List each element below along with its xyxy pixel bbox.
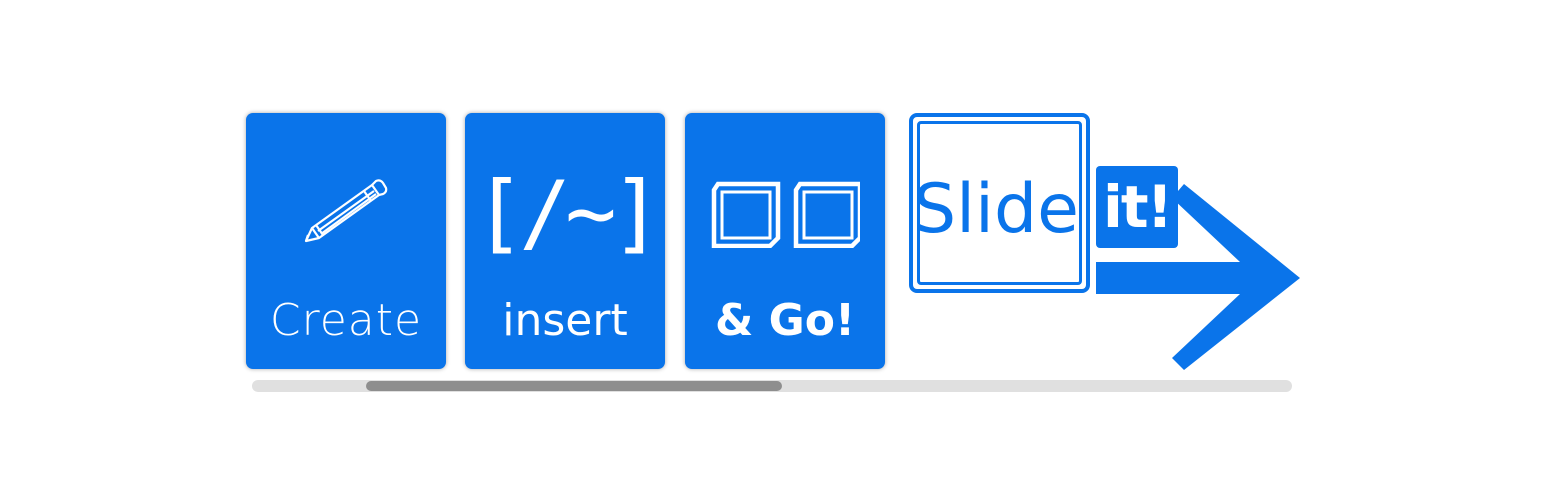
create-card: Create <box>246 113 446 369</box>
insert-label: insert <box>502 295 628 346</box>
horizontal-scrollbar[interactable] <box>252 380 1292 392</box>
go-label: & Go! <box>714 295 856 346</box>
right-arrow-icon <box>1096 184 1300 370</box>
two-slides-icon-svg <box>711 181 860 248</box>
insert-card: [/~] insert <box>465 113 665 369</box>
bracket-slash-tilde-glyphs: [/~] <box>473 163 662 263</box>
pencil-icon <box>246 168 446 258</box>
go-card: & Go! <box>685 113 885 369</box>
create-label: Create <box>269 295 423 346</box>
pencil-icon-svg <box>304 179 388 243</box>
bracket-slash-tilde-icon: [/~] <box>465 168 665 258</box>
slide-word: Slide <box>913 170 1079 249</box>
two-slides-icon <box>685 168 885 258</box>
feature-strip: Create [/~] insert & Go! Slide it! <box>0 0 1544 500</box>
scrollbar-thumb[interactable] <box>366 381 782 391</box>
